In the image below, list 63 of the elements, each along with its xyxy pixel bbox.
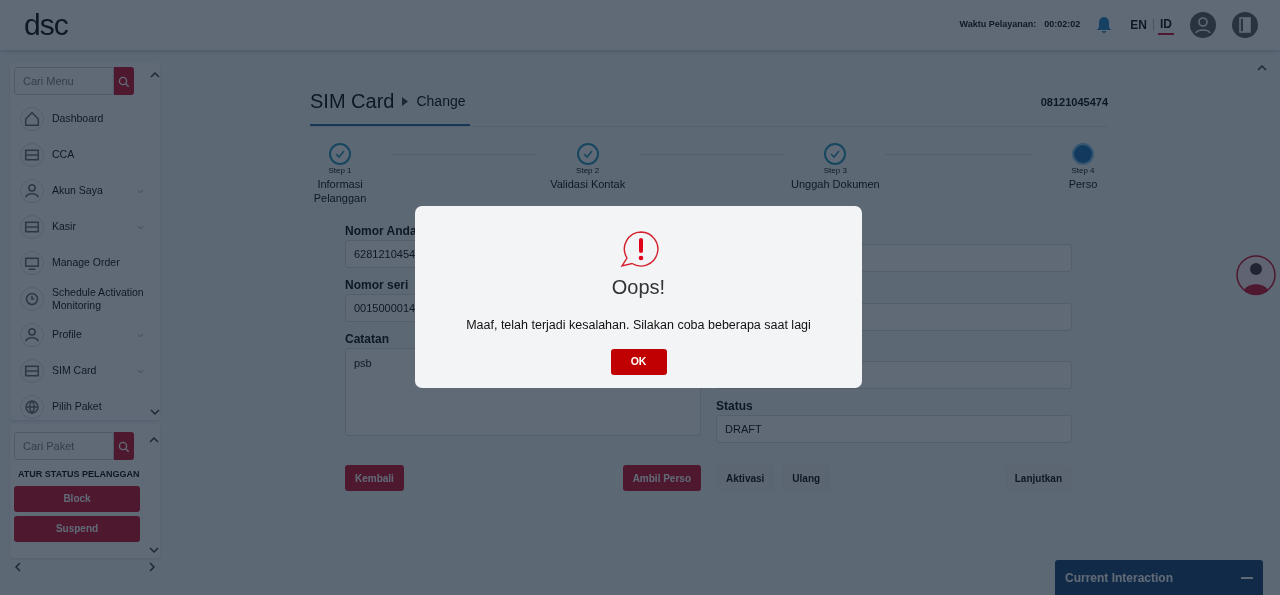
service-time-label: Waktu Pelayanan: bbox=[959, 18, 1037, 32]
status-button[interactable]: Suspend bbox=[14, 515, 140, 542]
field-label: Nomor seri bbox=[345, 276, 409, 294]
scroll-left-icon[interactable] bbox=[14, 562, 21, 572]
field-label: Catatan bbox=[345, 330, 389, 348]
scroll-right-icon[interactable] bbox=[149, 562, 156, 572]
action-button[interactable]: Ambil Perso bbox=[622, 465, 701, 492]
dialog-title: Oops! bbox=[611, 275, 666, 300]
menu-item[interactable]: Kasir bbox=[14, 209, 150, 245]
menu-item[interactable]: Profile bbox=[14, 317, 150, 353]
step-caption: Step 3 bbox=[823, 165, 847, 177]
language-option[interactable]: EN bbox=[1128, 16, 1149, 34]
door-icon[interactable] bbox=[1232, 12, 1258, 38]
menu-label: Dashboard bbox=[52, 112, 105, 126]
menu-label: Manage Order bbox=[52, 256, 121, 270]
action-button[interactable]: Kembali bbox=[345, 465, 404, 492]
menu-label: Pilih Paket bbox=[52, 400, 103, 414]
step-caption: Step 1 bbox=[328, 165, 352, 177]
service-time: 00:02:02 bbox=[1044, 18, 1081, 32]
menu-label: Schedule Activation Monitoring bbox=[52, 285, 144, 313]
logo: dsc bbox=[24, 10, 68, 40]
scroll-up-icon[interactable] bbox=[150, 71, 160, 78]
menu-label: Akun Saya bbox=[52, 184, 104, 198]
page-title: SIM Card bbox=[310, 89, 395, 114]
menu-label: Kasir bbox=[52, 220, 77, 234]
scroll-down-icon[interactable] bbox=[149, 547, 159, 554]
caret-icon bbox=[402, 96, 409, 106]
step-caption: Step 4 bbox=[1071, 165, 1095, 177]
menu-item[interactable]: Dashboard bbox=[14, 101, 150, 137]
search-icon bbox=[118, 440, 130, 453]
menu-label: Profile bbox=[52, 328, 83, 342]
section-heading: ATUR STATUS PELANGGAN bbox=[17, 468, 141, 481]
menu-label: CCA bbox=[52, 148, 76, 162]
menu-item[interactable]: Akun Saya bbox=[14, 173, 150, 209]
step-label: Validasi Kontak bbox=[550, 177, 626, 192]
search-button[interactable] bbox=[114, 432, 134, 460]
user-icon[interactable] bbox=[1190, 12, 1216, 38]
search-button[interactable] bbox=[114, 67, 134, 95]
scroll-up-icon[interactable] bbox=[149, 436, 159, 443]
input-field[interactable]: DRAFT bbox=[716, 415, 1072, 444]
menu-item[interactable]: Pilih Paket bbox=[14, 389, 150, 425]
step-label: Perso bbox=[1068, 177, 1098, 192]
bell-icon[interactable] bbox=[1096, 16, 1113, 34]
menu-item[interactable]: CCA bbox=[14, 137, 150, 173]
step-label: Informasi Pelanggan bbox=[312, 177, 368, 206]
menu-item[interactable]: Manage Order bbox=[14, 245, 150, 281]
search-icon bbox=[118, 75, 130, 88]
menu-item[interactable]: SIM Card bbox=[14, 353, 150, 389]
dialog-message: Maaf, telah terjadi kesalahan. Silakan coba beberapa saat lagi bbox=[466, 317, 811, 334]
minimize-icon[interactable] bbox=[1241, 576, 1253, 579]
menu-label: SIM Card bbox=[52, 364, 98, 378]
step-label: Unggah Dokumen bbox=[791, 177, 880, 192]
status-button[interactable]: Block bbox=[14, 485, 140, 512]
language-option[interactable]: ID bbox=[1158, 15, 1174, 35]
menu-item[interactable]: Schedule Activation Monitoring bbox=[14, 281, 150, 317]
page-subtitle: Change bbox=[416, 91, 466, 111]
step-caption: Step 2 bbox=[576, 165, 600, 177]
field-label: Status bbox=[716, 398, 753, 416]
agent-avatar[interactable] bbox=[1236, 254, 1276, 296]
ok-button[interactable]: OK bbox=[610, 348, 667, 375]
panel-title: Current Interaction bbox=[1065, 569, 1173, 587]
phone-number: 08121045474 bbox=[1040, 94, 1108, 110]
scroll-down-icon[interactable] bbox=[150, 409, 160, 416]
